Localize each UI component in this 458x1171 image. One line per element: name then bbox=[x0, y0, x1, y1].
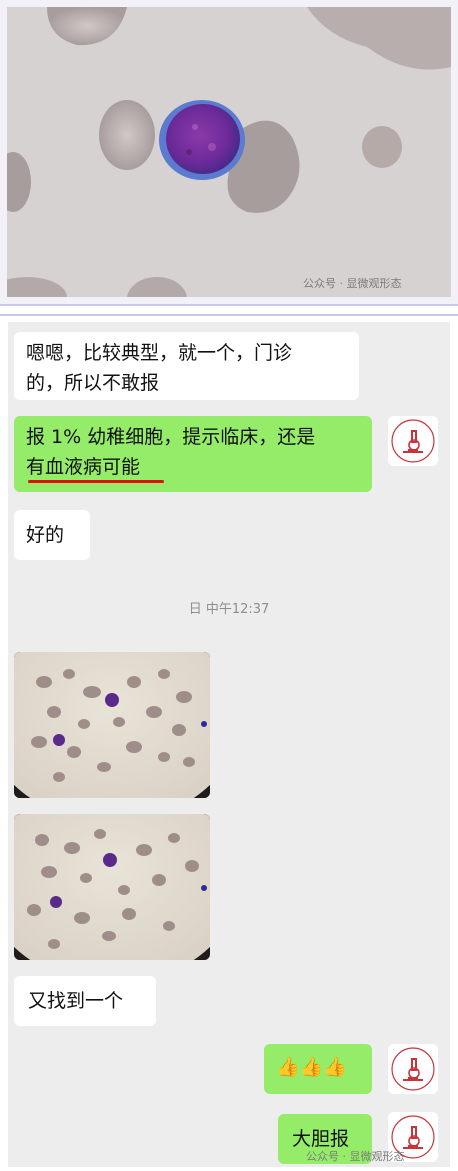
avatar[interactable] bbox=[388, 416, 438, 466]
message-bubble-left[interactable]: 好的 bbox=[14, 510, 90, 560]
message-text: 好的 bbox=[26, 524, 65, 546]
image-message[interactable] bbox=[14, 814, 210, 960]
chat-watermark: 公众号 · 显微观形态 bbox=[306, 1150, 405, 1163]
top-image-panel: 公众号 · 显微观形态 bbox=[0, 0, 458, 306]
blood-smear-thumbnail bbox=[14, 814, 210, 960]
message-bubble-right[interactable]: 报 1% 幼稚细胞，提示临床，还是 有血液病可能 bbox=[14, 416, 372, 492]
blood-smear-micrograph: 公众号 · 显微观形态 bbox=[7, 7, 451, 297]
message-bubble-left[interactable]: 又找到一个 bbox=[14, 976, 156, 1026]
message-text-line: 有血液病可能 bbox=[26, 456, 141, 478]
top-watermark: 公众号 · 显微观形态 bbox=[303, 277, 402, 290]
message-text-line: 嗯嗯，比较典型，就一个，门诊 bbox=[26, 342, 293, 364]
message-bubble-left[interactable]: 嗯嗯，比较典型，就一个，门诊 的，所以不敢报 bbox=[14, 332, 359, 400]
microscope-logo-icon bbox=[391, 1047, 435, 1091]
avatar[interactable] bbox=[388, 1044, 438, 1094]
blood-smear-thumbnail bbox=[14, 652, 210, 798]
microscope-logo-icon bbox=[391, 419, 435, 463]
chat-timestamp: 日 中午12:37 bbox=[188, 602, 270, 617]
message-text-line: 报 1% 幼稚细胞，提示临床，还是 bbox=[26, 426, 316, 448]
message-text-line: 的，所以不敢报 bbox=[26, 372, 160, 394]
chat-panel: 嗯嗯，比较典型，就一个，门诊 的，所以不敢报 报 1% 幼稚细胞，提示临床，还是… bbox=[0, 314, 458, 1171]
message-text: 又找到一个 bbox=[28, 990, 124, 1012]
red-underline-annotation bbox=[28, 480, 164, 483]
micrograph-illustration bbox=[7, 7, 451, 297]
thumbs-up-emoji: 👍👍👍 bbox=[276, 1056, 347, 1078]
chat-area[interactable]: 嗯嗯，比较典型，就一个，门诊 的，所以不敢报 报 1% 幼稚细胞，提示临床，还是… bbox=[8, 322, 450, 1167]
image-message[interactable] bbox=[14, 652, 210, 798]
message-bubble-right[interactable]: 👍👍👍 bbox=[264, 1044, 372, 1094]
